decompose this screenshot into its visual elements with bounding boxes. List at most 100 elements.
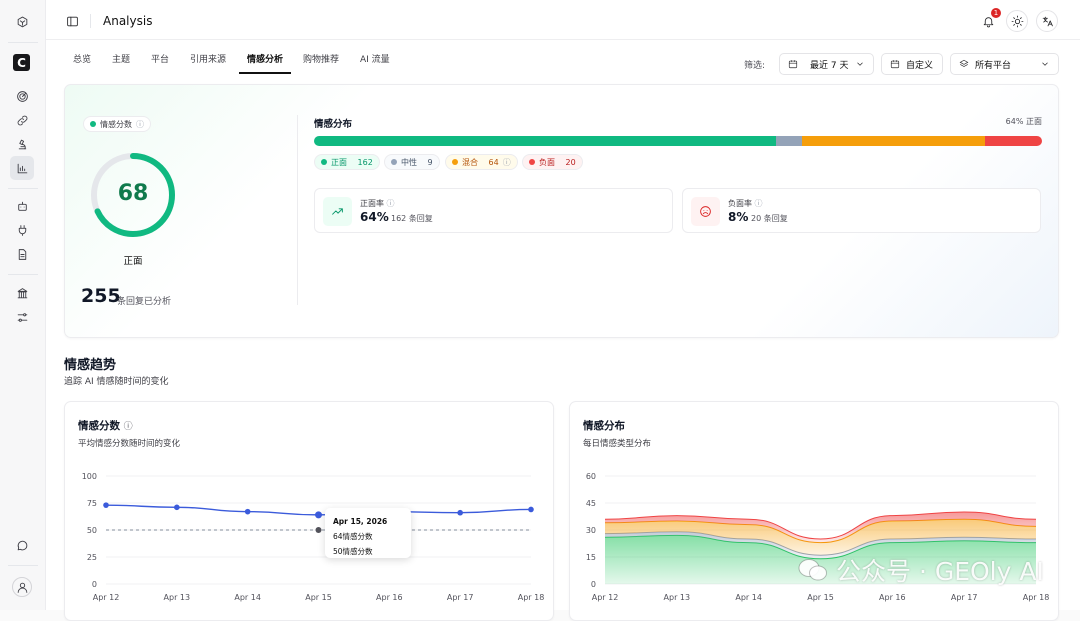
x-tick-label: Apr 12 xyxy=(93,593,120,602)
y-tick-label: 75 xyxy=(87,499,97,508)
y-tick-label: 50 xyxy=(87,526,97,535)
y-tick-label: 45 xyxy=(586,499,596,508)
chip-neutral: 中性 9 xyxy=(384,154,440,170)
distribution-segment-3 xyxy=(984,136,1042,146)
watermark: 公众号 · GEOly AI xyxy=(798,552,1044,588)
wechat-icon xyxy=(798,559,827,581)
distribution-bar xyxy=(314,136,1042,146)
date-range-value: 最近 7 天 xyxy=(810,60,849,71)
sentiment-distribution-chart-card: 情感分布 每日情感类型分布 0 15 30 45 60 Apr 12 Apr 13 Apr 1… xyxy=(569,401,1059,621)
app-logo-icon[interactable] xyxy=(12,12,32,32)
tab-topics[interactable]: 主题 xyxy=(112,50,130,74)
workspace-logo-icon[interactable]: C xyxy=(13,54,30,71)
x-tick-label: Apr 16 xyxy=(376,593,403,602)
calendar-icon xyxy=(788,60,798,69)
plug-icon[interactable] xyxy=(12,220,32,240)
chip-positive: 正面 162 xyxy=(314,154,380,170)
bot-icon[interactable] xyxy=(12,196,32,216)
chart-subtitle: 每日情感类型分布 xyxy=(583,439,652,449)
tab-citations[interactable]: 引用来源 xyxy=(190,50,226,74)
distribution-segment-0 xyxy=(314,136,777,146)
notification-badge: 1 xyxy=(991,8,1001,18)
sentiment-score-line-chart: 0 25 50 75 100 Apr 12 Apr 13 Apr 14 Apr 15 Apr 16… xyxy=(82,472,545,602)
score-point[interactable] xyxy=(528,506,534,513)
distribution-positive-share: 64% 正面 xyxy=(1005,117,1042,126)
platform-select[interactable]: 所有平台 xyxy=(950,53,1059,75)
negative-rate-card: 负面率 ⓘ 8% 20 条回复 xyxy=(682,188,1041,233)
chevron-down-icon xyxy=(1042,62,1048,66)
theme-sun-icon[interactable] xyxy=(1006,10,1028,32)
document-icon[interactable] xyxy=(12,244,32,264)
main-content: Analysis 1 总览 主题 平台 引用来源 情感分析 购物推荐 AI 流量… xyxy=(46,0,1080,621)
analytics-icon[interactable] xyxy=(10,156,34,180)
user-avatar-icon[interactable] xyxy=(12,577,32,597)
x-tick-label: Apr 14 xyxy=(234,593,261,602)
info-icon[interactable]: ⓘ xyxy=(124,422,133,432)
analyzed-count-label: 条回复已分析 xyxy=(117,297,172,307)
custom-date-button[interactable]: 自定义 xyxy=(881,53,943,75)
sidebar-divider xyxy=(8,565,38,566)
chart-subtitle: 平均情感分数随时间的变化 xyxy=(78,439,181,449)
negative-rate-sub: 20 条回复 xyxy=(751,214,788,223)
platform-value: 所有平台 xyxy=(975,60,1012,71)
radar-icon[interactable] xyxy=(12,86,32,106)
chart-tooltip: Apr 15, 2026 64情感分数 50情感分数 xyxy=(325,508,411,558)
sentiment-score-label: 正面 xyxy=(123,256,143,267)
x-tick-label: Apr 13 xyxy=(164,593,191,602)
frown-icon xyxy=(691,197,720,226)
microscope-icon[interactable] xyxy=(12,134,32,154)
x-tick-label: Apr 15 xyxy=(305,593,332,602)
positive-rate-card: 正面率 ⓘ 64% 162 条回复 xyxy=(314,188,673,233)
score-point[interactable] xyxy=(103,502,109,508)
negative-rate-value: 8% xyxy=(728,210,749,224)
trending-up-icon xyxy=(323,197,352,226)
y-tick-label: 0 xyxy=(591,580,596,589)
tab-sentiment[interactable]: 情感分析 xyxy=(239,50,292,74)
sentiment-score-pill-label: 情感分数 xyxy=(100,119,132,129)
x-tick-label: Apr 16 xyxy=(879,593,906,602)
baseline-point[interactable] xyxy=(315,527,322,533)
analyzed-count: 255 xyxy=(81,285,121,307)
layers-icon xyxy=(959,59,969,67)
x-tick-label: Apr 18 xyxy=(518,593,545,602)
tab-ai-traffic[interactable]: AI 流量 xyxy=(360,50,390,74)
calendar-icon xyxy=(890,60,900,69)
sentiment-distribution-area-chart: 0 15 30 45 60 Apr 12 Apr 13 Apr 14 Apr 15 Apr 16 A… xyxy=(586,472,1050,602)
score-point[interactable] xyxy=(457,509,463,516)
chat-icon[interactable] xyxy=(12,535,32,555)
y-tick-label: 60 xyxy=(586,472,596,481)
tab-overview[interactable]: 总览 xyxy=(73,50,91,74)
sidebar-divider xyxy=(8,274,38,275)
score-point[interactable] xyxy=(244,508,251,515)
positive-rate-value: 64% xyxy=(360,210,389,224)
tab-platforms[interactable]: 平台 xyxy=(151,50,169,74)
top-bar: Analysis 1 xyxy=(46,0,1080,40)
sidebar: C xyxy=(0,0,46,610)
x-tick-label: Apr 13 xyxy=(664,593,691,602)
tab-shopping[interactable]: 购物推荐 xyxy=(303,50,339,74)
score-point[interactable] xyxy=(315,511,322,519)
score-point[interactable] xyxy=(174,504,180,511)
distribution-segment-2 xyxy=(802,136,985,146)
header-divider xyxy=(90,14,91,28)
y-tick-label: 30 xyxy=(586,526,596,535)
section-title: 情感趋势 xyxy=(64,358,117,373)
x-tick-label: Apr 12 xyxy=(592,593,619,602)
sentiment-score-chart-card: 情感分数 ⓘ 平均情感分数随时间的变化 0 25 50 75 100 Apr 12 Apr … xyxy=(64,401,554,621)
x-tick-label: Apr 17 xyxy=(951,593,978,602)
date-range-select[interactable]: 最近 7 天 xyxy=(779,53,874,75)
sidebar-toggle-icon[interactable] xyxy=(62,11,82,31)
watermark-text: 公众号 · GEOly AI xyxy=(836,557,1044,586)
sentiment-score-pill: 情感分数 ⓘ xyxy=(83,116,151,132)
notification-bell-icon[interactable]: 1 xyxy=(978,8,1001,31)
positive-rate-sub: 162 条回复 xyxy=(391,214,433,223)
y-tick-label: 25 xyxy=(87,553,97,562)
info-icon[interactable]: ⓘ xyxy=(503,157,511,168)
settings-sliders-icon[interactable] xyxy=(12,307,32,327)
info-icon[interactable]: ⓘ xyxy=(136,119,144,130)
x-tick-label: Apr 18 xyxy=(1023,593,1050,602)
language-icon[interactable] xyxy=(1036,10,1058,32)
link-icon[interactable] xyxy=(12,110,32,130)
filter-label: 筛选: xyxy=(744,61,766,71)
library-icon[interactable] xyxy=(12,283,32,303)
